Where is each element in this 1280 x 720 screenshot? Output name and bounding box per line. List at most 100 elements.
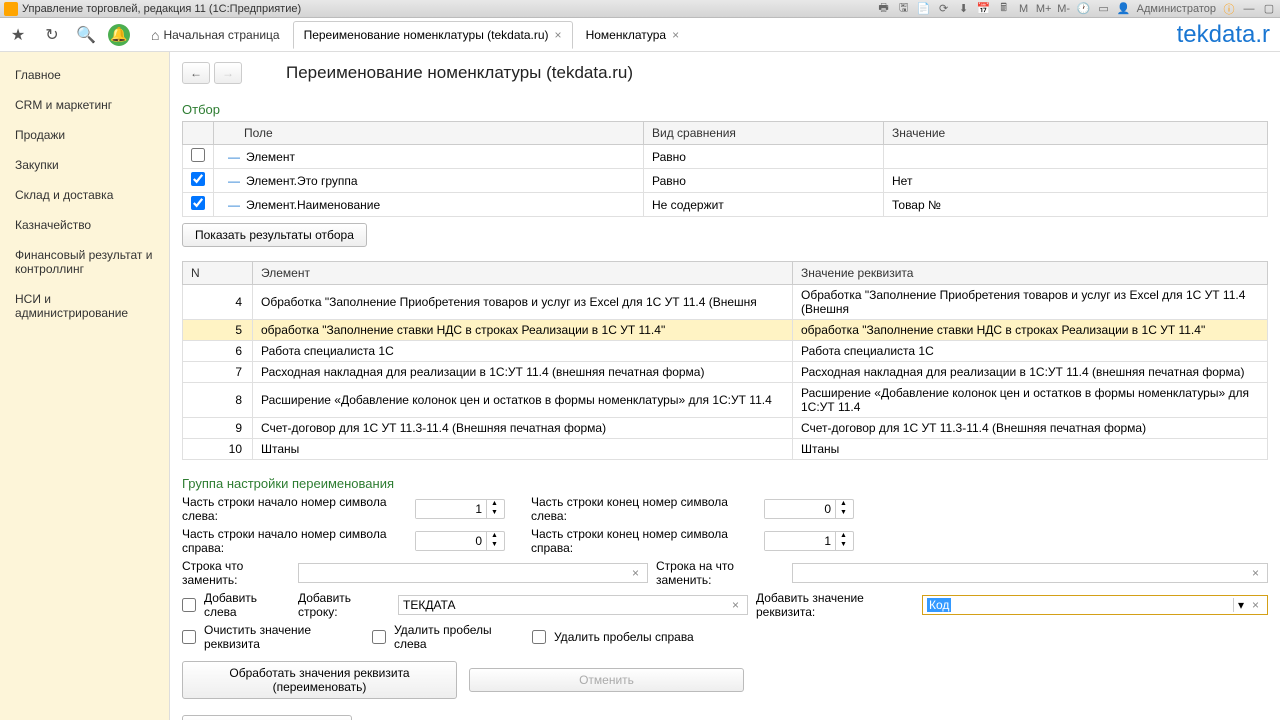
- minimize-icon[interactable]: —: [1242, 2, 1256, 16]
- result-row[interactable]: 10 Штаны Штаны: [183, 439, 1268, 460]
- filter-header-val[interactable]: Значение: [884, 122, 1268, 145]
- tab-nomenclature-label: Номенклатура: [586, 28, 667, 42]
- star-icon[interactable]: ★: [6, 23, 30, 47]
- input-end-left[interactable]: [765, 500, 835, 518]
- save-icon[interactable]: 🖫: [897, 2, 911, 16]
- dash-icon: —: [222, 198, 246, 212]
- window-icon[interactable]: ▭: [1097, 2, 1111, 16]
- result-value: обработка "Заполнение ставки НДС в строк…: [793, 320, 1268, 341]
- sidebar-item-warehouse[interactable]: Склад и доставка: [0, 180, 169, 210]
- results-header-n[interactable]: N: [183, 262, 253, 285]
- tab-rename-label: Переименование номенклатуры (tekdata.ru): [304, 28, 549, 42]
- cancel-button[interactable]: Отменить: [469, 668, 744, 692]
- label-trim-right: Удалить пробелы справа: [554, 630, 694, 644]
- result-row[interactable]: 6 Работа специалиста 1С Работа специалис…: [183, 341, 1268, 362]
- spin-up-icon[interactable]: ▲: [487, 500, 502, 509]
- filter-row[interactable]: —Элемент.Наименование Не содержит Товар …: [183, 193, 1268, 217]
- help-icon[interactable]: ⓘ: [1222, 2, 1236, 16]
- spin-down-icon[interactable]: ▼: [836, 541, 851, 550]
- nav-forward-button[interactable]: →: [214, 62, 242, 84]
- sidebar-item-treasury[interactable]: Казначейство: [0, 210, 169, 240]
- save-button[interactable]: Записать значения: [182, 715, 352, 720]
- results-header-el[interactable]: Элемент: [253, 262, 793, 285]
- clear-icon[interactable]: ×: [728, 598, 743, 612]
- checkbox-clear-val[interactable]: [182, 630, 196, 644]
- refresh-icon[interactable]: ⟳: [937, 2, 951, 16]
- clear-icon[interactable]: ×: [1248, 566, 1263, 580]
- result-n: 10: [183, 439, 253, 460]
- m-minus-icon[interactable]: M-: [1057, 2, 1071, 16]
- sidebar-item-purchasing[interactable]: Закупки: [0, 150, 169, 180]
- history-icon[interactable]: ↻: [40, 23, 64, 47]
- result-row[interactable]: 7 Расходная накладная для реализации в 1…: [183, 362, 1268, 383]
- spin-up-icon[interactable]: ▲: [836, 500, 851, 509]
- spin-down-icon[interactable]: ▼: [487, 541, 502, 550]
- spin-down-icon[interactable]: ▼: [836, 509, 851, 518]
- down-icon[interactable]: ⬇: [957, 2, 971, 16]
- user-label[interactable]: Администратор: [1137, 2, 1216, 16]
- clock-icon[interactable]: 🕐: [1077, 2, 1091, 16]
- filter-val: Товар №: [884, 193, 1268, 217]
- spin-down-icon[interactable]: ▼: [487, 509, 502, 518]
- result-row[interactable]: 4 Обработка "Заполнение Приобретения тов…: [183, 285, 1268, 320]
- input-replace-with[interactable]: ×: [792, 563, 1268, 583]
- input-start-left[interactable]: [416, 500, 486, 518]
- tab-rename[interactable]: Переименование номенклатуры (tekdata.ru)…: [293, 21, 573, 49]
- checkbox-trim-right[interactable]: [532, 630, 546, 644]
- close-icon[interactable]: ×: [555, 28, 562, 42]
- checkbox-trim-left[interactable]: [372, 630, 386, 644]
- input-start-right[interactable]: [416, 532, 486, 550]
- sidebar-item-sales[interactable]: Продажи: [0, 120, 169, 150]
- results-header-val[interactable]: Значение реквизита: [793, 262, 1268, 285]
- result-element: Штаны: [253, 439, 793, 460]
- spinner-start-left[interactable]: ▲▼: [415, 499, 505, 519]
- sidebar-item-main[interactable]: Главное: [0, 60, 169, 90]
- input-end-right[interactable]: [765, 532, 835, 550]
- sidebar-item-financial[interactable]: Финансовый результат и контроллинг: [0, 240, 169, 284]
- clear-icon[interactable]: ×: [628, 566, 643, 580]
- m-plus-icon[interactable]: M+: [1037, 2, 1051, 16]
- print-icon[interactable]: 🖶: [877, 2, 891, 16]
- sidebar-item-nsi[interactable]: НСИ и администрирование: [0, 284, 169, 328]
- clear-icon[interactable]: ×: [1248, 598, 1263, 612]
- filter-header-cmp[interactable]: Вид сравнения: [644, 122, 884, 145]
- label-trim-left: Удалить пробелы слева: [394, 623, 524, 651]
- maximize-icon[interactable]: ▢: [1262, 2, 1276, 16]
- spin-up-icon[interactable]: ▲: [836, 532, 851, 541]
- result-row[interactable]: 9 Счет-договор для 1С УТ 11.3-11.4 (Внеш…: [183, 418, 1268, 439]
- add-string-field[interactable]: [403, 596, 728, 614]
- calendar-icon[interactable]: 📅: [977, 2, 991, 16]
- filter-row-checkbox[interactable]: [191, 172, 205, 186]
- checkbox-add-left[interactable]: [182, 598, 196, 612]
- result-row[interactable]: 8 Расширение «Добавление колонок цен и о…: [183, 383, 1268, 418]
- input-add-string[interactable]: ×: [398, 595, 748, 615]
- close-icon[interactable]: ×: [672, 28, 679, 42]
- input-replace-what[interactable]: ×: [298, 563, 648, 583]
- doc-icon[interactable]: 📄: [917, 2, 931, 16]
- spinner-start-right[interactable]: ▲▼: [415, 531, 505, 551]
- input-add-req[interactable]: Код▾×: [922, 595, 1268, 615]
- label-start-right: Часть строки начало номер символа справа…: [182, 527, 407, 555]
- show-results-button[interactable]: Показать результаты отбора: [182, 223, 367, 247]
- filter-row[interactable]: —Элемент Равно: [183, 145, 1268, 169]
- spin-up-icon[interactable]: ▲: [487, 532, 502, 541]
- nav-back-button[interactable]: ←: [182, 62, 210, 84]
- calc-icon[interactable]: 🖩: [997, 2, 1011, 16]
- filter-row-checkbox[interactable]: [191, 148, 205, 162]
- process-button[interactable]: Обработать значения реквизита (переимено…: [182, 661, 457, 699]
- label-add-string: Добавить строку:: [298, 591, 390, 619]
- spinner-end-right[interactable]: ▲▼: [764, 531, 854, 551]
- filter-row[interactable]: —Элемент.Это группа Равно Нет: [183, 169, 1268, 193]
- m-icon[interactable]: M: [1017, 2, 1031, 16]
- sidebar-item-crm[interactable]: CRM и маркетинг: [0, 90, 169, 120]
- dash-icon: —: [222, 150, 246, 164]
- tab-home[interactable]: ⌂ Начальная страница: [140, 20, 291, 50]
- dropdown-icon[interactable]: ▾: [1233, 598, 1248, 612]
- result-row[interactable]: 5 обработка "Заполнение ставки НДС в стр…: [183, 320, 1268, 341]
- search-icon[interactable]: 🔍: [74, 23, 98, 47]
- tab-nomenclature[interactable]: Номенклатура ×: [575, 21, 691, 49]
- spinner-end-left[interactable]: ▲▼: [764, 499, 854, 519]
- filter-row-checkbox[interactable]: [191, 196, 205, 210]
- filter-header-field[interactable]: Поле: [214, 122, 644, 145]
- bell-icon[interactable]: 🔔: [108, 24, 130, 46]
